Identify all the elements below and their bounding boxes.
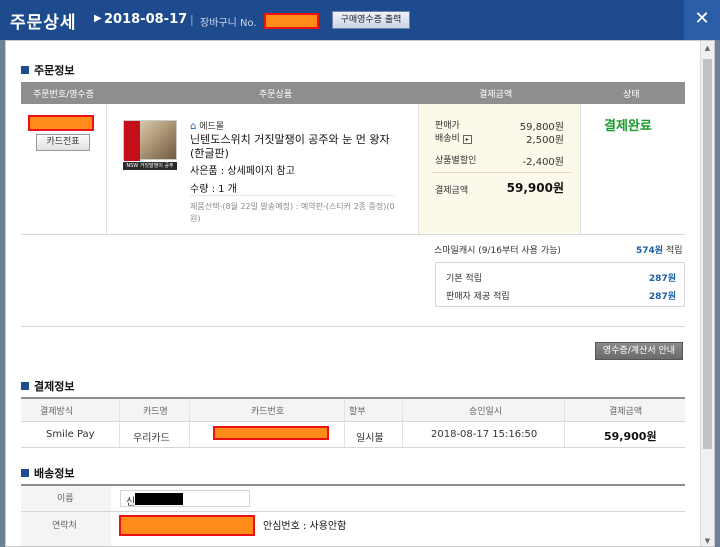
- discount-amount: -2,400원: [522, 157, 564, 168]
- divider: [106, 104, 107, 234]
- divider: [21, 234, 685, 235]
- payment-info-title: 결제정보: [21, 378, 74, 394]
- seller-name: 에드몰: [199, 122, 225, 132]
- modal-title: 주문상세: [10, 13, 77, 33]
- col-payment: 결제금액: [479, 90, 513, 100]
- info-arrow-icon[interactable]: ▸: [462, 135, 472, 144]
- order-date: 2018-08-17: [104, 12, 188, 27]
- col-card-number: 카드번호: [251, 407, 285, 417]
- order-info-title: 주문정보: [21, 62, 74, 78]
- order-status: 결제완료: [604, 119, 652, 134]
- shipping-fee: 2,500원: [526, 135, 564, 146]
- basic-accrual: 287원: [648, 274, 676, 284]
- col-installment: 할부: [349, 407, 366, 417]
- seller-row[interactable]: ⌂ 에드몰: [190, 119, 224, 132]
- seller-accrual: 287원: [648, 292, 676, 302]
- divider: [21, 421, 685, 422]
- divider: [189, 399, 190, 447]
- col-approved-at: 승인일시: [469, 407, 503, 417]
- shipping-label: 배송비 ▸: [435, 131, 472, 144]
- shipping-info-title: 배송정보: [21, 465, 74, 481]
- name-field[interactable]: 신: [120, 490, 250, 508]
- thumbnail-caption: NSW 거짓말쟁이 공주: [123, 162, 177, 170]
- card-name: 우리카드: [133, 433, 170, 444]
- receipt-guide-button[interactable]: 영수증/계산서 안내: [595, 342, 683, 360]
- print-receipt-button[interactable]: 구매영수증 출력: [332, 11, 410, 29]
- scroll-down-icon[interactable]: ▼: [701, 534, 714, 546]
- payment-summary: 판매가 59,800원 배송비 ▸ 2,500원 상품별할인 -2,400원 결…: [419, 104, 580, 234]
- smile-cash-total: 574원 적립: [636, 246, 683, 256]
- basic-accrual-label: 기본 적립: [446, 274, 482, 284]
- payment-table-header: 결제방식 카드명 카드번호 할부 승인일시 결제금액: [21, 399, 685, 421]
- divider: [564, 399, 565, 447]
- total-label: 결제금액: [435, 186, 469, 196]
- safe-number: 안심번호 : 사용안함: [263, 521, 347, 532]
- scrollbar[interactable]: ▲ ▼: [700, 41, 714, 546]
- cart-number-label: 장바구니 No.: [200, 18, 257, 29]
- discount-label: 상품별할인: [435, 156, 477, 166]
- square-bullet-icon: [21, 66, 29, 74]
- divider: [21, 326, 685, 327]
- order-table-header: 주문번호/영수증 주문상품 결제금액 상태: [21, 82, 685, 104]
- square-bullet-icon: [21, 382, 29, 390]
- divider: [21, 484, 685, 486]
- payment-amount: 59,900원: [604, 430, 657, 443]
- product-name-link[interactable]: 닌텐도스위치 거짓말쟁이 공주와 눈 먼 왕자 (한글판): [190, 133, 395, 161]
- sale-price-label: 판매가: [435, 121, 460, 131]
- divider: [344, 399, 345, 447]
- smile-cash-label: 스마일캐시 (9/16부터 사용 가능): [434, 246, 561, 256]
- seller-accrual-label: 판매자 제공 적립: [446, 292, 510, 302]
- total-amount: 59,900원: [506, 181, 564, 195]
- approved-at: 2018-08-17 15:16:50: [431, 429, 538, 440]
- divider: [21, 447, 685, 448]
- divider: [190, 195, 395, 196]
- modal-header: 주문상세 ▶ 2018-08-17 | 장바구니 No. 구매영수증 출력 ✕: [0, 0, 720, 40]
- divider: [431, 172, 571, 173]
- scroll-up-icon[interactable]: ▲: [701, 41, 714, 55]
- col-method: 결제방식: [40, 407, 74, 417]
- installment: 일시불: [356, 433, 384, 444]
- divider: [580, 104, 581, 234]
- col-status: 상태: [623, 90, 640, 100]
- redacted-card-number: [213, 426, 329, 440]
- payment-method: Smile Pay: [46, 429, 95, 440]
- col-product: 주문상품: [259, 90, 293, 100]
- col-order-number: 주문번호/영수증: [33, 90, 94, 100]
- card-slip-button[interactable]: 카드전표: [36, 134, 90, 151]
- divider: |: [190, 13, 194, 26]
- gift-info: 사은품 : 상세페이지 참고: [190, 166, 295, 177]
- quantity: 수량 : 1 개: [190, 184, 237, 195]
- product-option: 제품선택-(8월 22일 발송예정) : 예약판-(스티커 2종 증정)(0원): [190, 202, 395, 223]
- product-thumbnail[interactable]: [123, 120, 177, 161]
- redacted-cart-number: [264, 13, 319, 29]
- close-icon[interactable]: ✕: [684, 0, 720, 40]
- square-bullet-icon: [21, 469, 29, 477]
- divider: [402, 399, 403, 447]
- redacted-contact: [119, 515, 255, 536]
- divider: [21, 511, 685, 512]
- redacted-name: [135, 493, 183, 505]
- switch-case-edge: [124, 121, 140, 161]
- redacted-order-number: [28, 115, 94, 131]
- divider: [119, 399, 120, 447]
- smile-cash-breakdown: 기본 적립 287원 판매자 제공 적립 287원: [435, 262, 685, 307]
- col-amount: 결제금액: [609, 407, 643, 417]
- arrow-right-icon: ▶: [94, 13, 102, 24]
- col-card-name: 카드명: [143, 407, 168, 417]
- scrollbar-thumb[interactable]: [703, 59, 712, 449]
- contact-label: 연락처: [52, 521, 77, 531]
- home-icon: ⌂: [190, 121, 197, 132]
- name-label: 이름: [57, 494, 74, 504]
- order-detail-panel[interactable]: 주문정보 주문번호/영수증 주문상품 결제금액 상태 카드전표 NSW 거짓말쟁…: [5, 40, 715, 547]
